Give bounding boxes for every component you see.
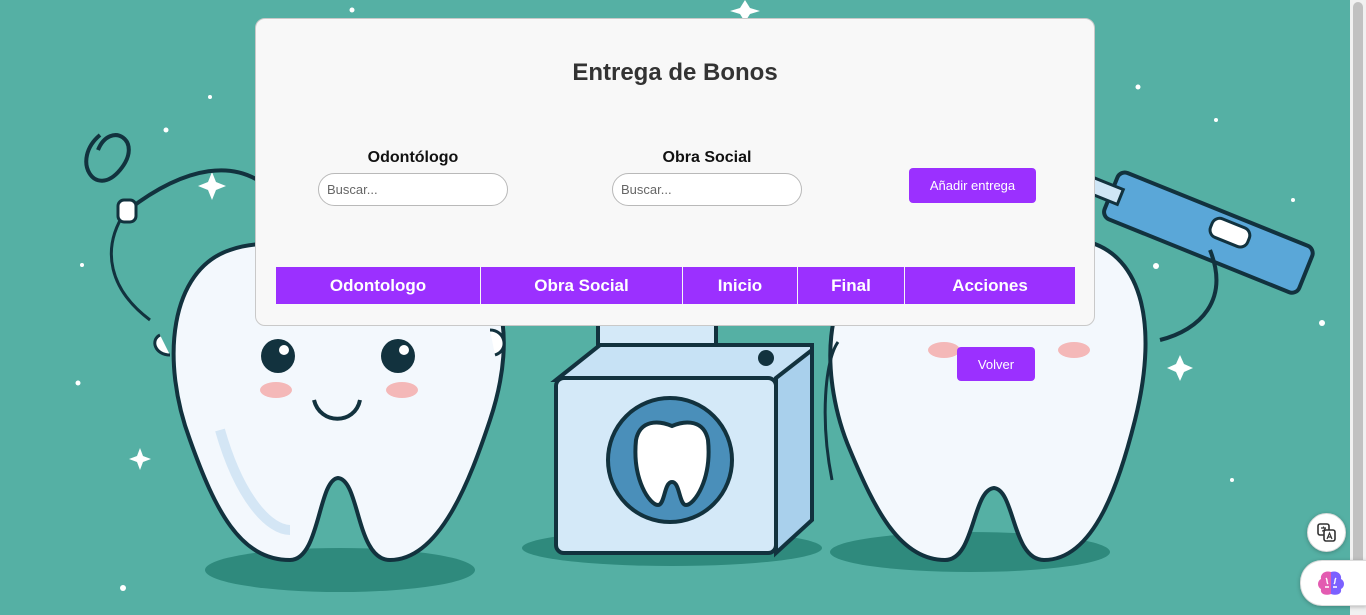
column-header-acciones[interactable]: Acciones	[904, 267, 1075, 304]
bonos-panel: Entrega de Bonos Odontólogo Obra Social …	[255, 18, 1095, 326]
translate-button[interactable]	[1307, 513, 1346, 552]
translate-icon	[1317, 523, 1336, 542]
add-delivery-button[interactable]: Añadir entrega	[909, 168, 1036, 203]
odontologo-filter-label: Odontólogo	[367, 149, 459, 166]
table-header-row: Odontologo Obra Social Inicio Final Acci…	[276, 267, 1075, 304]
column-header-odontologo[interactable]: Odontologo	[276, 267, 481, 304]
obra-social-search-input[interactable]	[612, 173, 802, 206]
brain-icon	[1318, 571, 1344, 595]
bonos-table: Odontologo Obra Social Inicio Final Acci…	[276, 267, 1075, 304]
assistant-button[interactable]	[1300, 560, 1366, 606]
column-header-inicio[interactable]: Inicio	[682, 267, 798, 304]
page-scrollbar-thumb[interactable]	[1353, 2, 1363, 606]
column-header-final[interactable]: Final	[797, 267, 905, 304]
obra-social-filter-label: Obra Social	[662, 149, 752, 166]
page-title: Entrega de Bonos	[572, 59, 778, 86]
column-header-obra-social[interactable]: Obra Social	[480, 267, 683, 304]
odontologo-search-input[interactable]	[318, 173, 508, 206]
back-button[interactable]: Volver	[957, 347, 1035, 381]
